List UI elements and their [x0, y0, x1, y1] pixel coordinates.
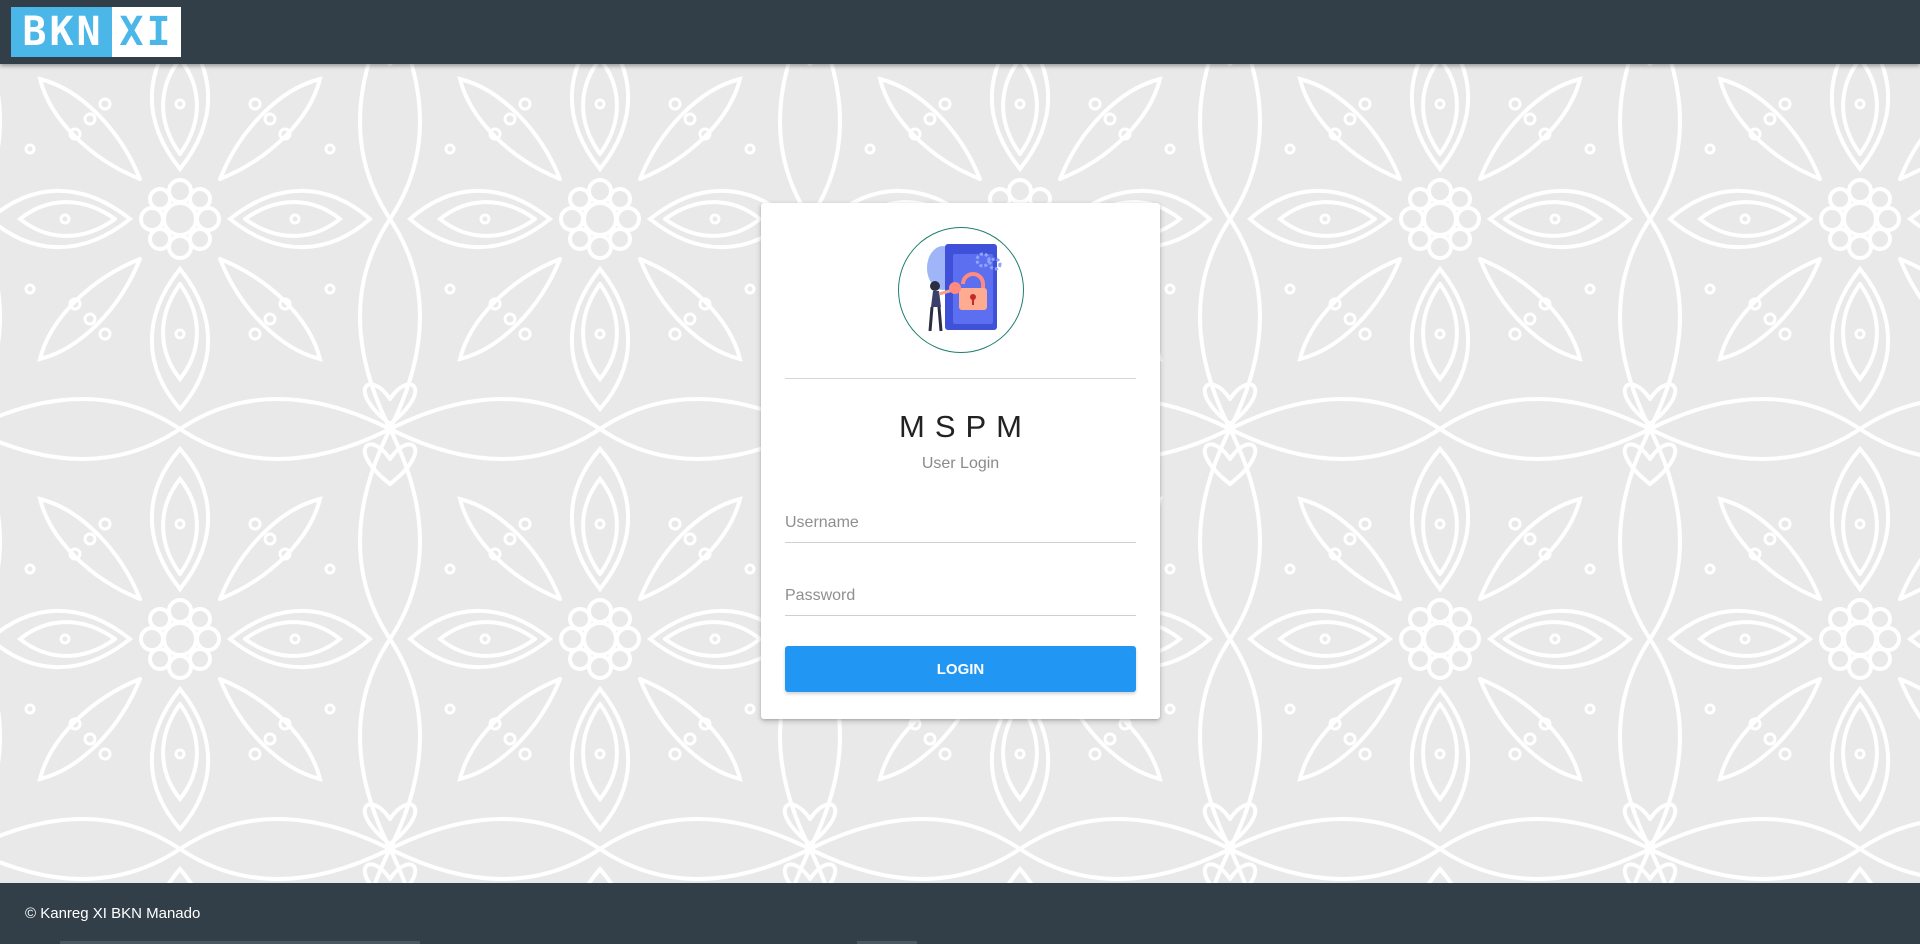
copyright-text: © Kanreg XI BKN Manado	[25, 905, 201, 922]
password-input[interactable]	[785, 576, 1136, 616]
logo-xi-text: XI	[112, 7, 181, 57]
app-title: MSPM	[899, 409, 1032, 444]
login-subtitle: User Login	[921, 455, 1000, 472]
login-card: MSPM User Login LOGIN	[761, 203, 1160, 719]
top-bar: BKN XI	[0, 0, 1920, 64]
header-divider	[785, 378, 1136, 379]
logo-bkn-text: BKN	[11, 7, 112, 57]
user-unlock-illustration-icon	[898, 227, 1024, 353]
username-input[interactable]	[785, 503, 1136, 543]
bkn-logo[interactable]: BKN XI	[11, 7, 181, 57]
footer: © Kanreg XI BKN Manado	[0, 883, 1920, 944]
login-button[interactable]: LOGIN	[785, 646, 1136, 692]
